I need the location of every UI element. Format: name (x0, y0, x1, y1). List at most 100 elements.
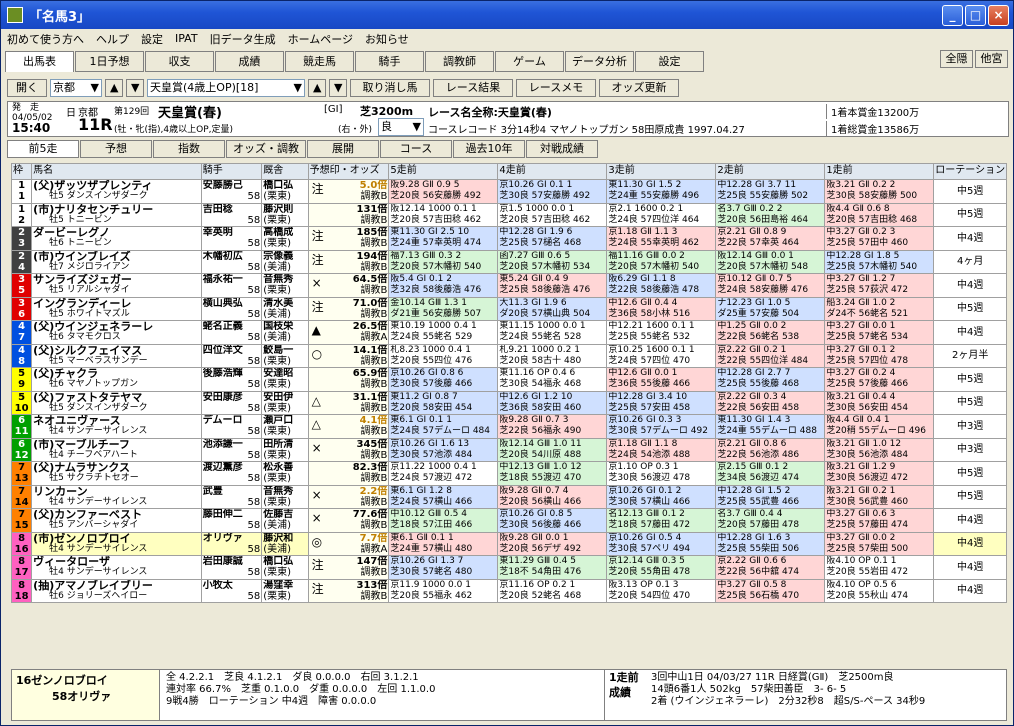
past-race-cell[interactable]: 阪12.14 GⅢ 1.0 11 芝20良 54川原 488 (497, 437, 608, 462)
past-race-cell[interactable]: 中3.27 GⅡ 0.1 2 芝25良 57四位 478 (824, 343, 935, 368)
col-past1[interactable]: 1走前 (824, 163, 935, 180)
past-race-cell[interactable]: 中12.13 GⅢ 1.0 12 芝18良 55渡辺 470 (497, 461, 608, 486)
table-row[interactable]: 3 6 イングランディーレ 牡5 ホワイトマズル 横山典弘 58 清水美 (美浦) 注 71.0倍… (10, 296, 1007, 321)
table-row[interactable]: 4 7 (父)ウインジェネラーレ 牡6 タマモクロス 蛯名正義 58 国枝栄 (美浦) ▲ 26.… (10, 320, 1007, 345)
odds-cell[interactable]: ◎ 7.7倍 調教A (307, 531, 390, 556)
trainer-cell[interactable]: 高橋成 (栗東) (261, 226, 309, 251)
table-row[interactable]: 8 18 (抽)アマノブレイブリー 牡6 ジョリーズヘイロー 小牧太 58 湯窪幸 (栗東) 注… (10, 578, 1007, 603)
col-past3[interactable]: 3走前 (606, 163, 717, 180)
menu-item[interactable]: IPAT (169, 32, 204, 45)
past-race-cell[interactable]: 阪9.28 GⅡ 0.0 1 芝20良 56デザ 492 (497, 531, 608, 556)
jockey-cell[interactable]: 池添謙一 58 (200, 437, 263, 462)
past-race-cell[interactable]: 京2.21 GⅡ 0.8 6 芝22良 56池添 486 (715, 437, 826, 462)
past-race-cell[interactable]: 東11.29 GⅢ 0.4 5 芝18不 54角田 476 (497, 555, 608, 580)
col-odds[interactable]: 予想印・オッズ (307, 163, 390, 180)
trainer-cell[interactable]: 佐藤吉 (美浦) (261, 508, 309, 533)
trainer-cell[interactable]: 橋口弘 (栗東) (261, 179, 309, 204)
jockey-cell[interactable]: 岩田康誠 58 (200, 555, 263, 580)
menu-item[interactable]: ヘルプ (90, 31, 135, 47)
open-button[interactable]: 開く (7, 79, 47, 97)
horse-cell[interactable]: (父)ザッツザプレンティ 牡5 ダンスインザダーク (31, 179, 202, 204)
col-past5[interactable]: 5走前 (388, 163, 499, 180)
table-row[interactable]: 5 9 (父)チャクラ 牡6 マヤノトップガン 後藤浩輝 58 安達昭 (栗東) 65.9倍 調教… (10, 367, 1007, 392)
past-race-cell[interactable]: 東11.30 GⅠ 2.5 10 芝24重 57幸英明 474 (388, 226, 499, 251)
odds-cell[interactable]: 131倍 調教B (307, 202, 390, 227)
tab-index[interactable]: 指数 (153, 140, 225, 158)
table-row[interactable]: 6 11 ネオユニヴァース 牡4 サンデーサイレンス デムーロ 58 瀬戸口 (栗東) △ 4.1… (10, 414, 1007, 439)
down-arrow-icon[interactable]: ▼ (126, 79, 144, 97)
tab-shutsuba[interactable]: 出馬表 (5, 51, 74, 72)
odds-cell[interactable]: 82.3倍 調教B (307, 461, 390, 486)
past-race-cell[interactable]: 中3.27 GⅡ 0.6 3 芝25良 57藤田 474 (824, 508, 935, 533)
menu-item[interactable]: 設定 (135, 31, 169, 47)
past-race-cell[interactable]: 京11.9 1000 0.0 1 芝20良 55福永 462 (388, 578, 499, 603)
past-race-cell[interactable]: 阪3.13 OP 0.1 3 芝20良 54四位 470 (606, 578, 717, 603)
past-race-cell[interactable]: 阪12.14 1000 0.1 1 芝20良 57吉田稔 462 (388, 202, 499, 227)
trainer-cell[interactable]: 音無秀 (栗東) (261, 484, 309, 509)
horse-cell[interactable]: (父)ウインジェネラーレ 牡6 タマモクロス (31, 320, 202, 345)
horse-cell[interactable]: (父)チャクラ 牡6 マヤノトップガン (31, 367, 202, 392)
title-bar[interactable]: 「名馬3」 _ □ × (1, 1, 1013, 29)
past-race-cell[interactable]: 京12.14 GⅢ 0.3 5 芝20良 55角田 478 (606, 555, 717, 580)
past-race-cell[interactable]: 金10.14 GⅢ 1.3 1 ダ21重 56安藤勝 507 (388, 296, 499, 321)
trainer-cell[interactable]: 国枝栄 (美浦) (261, 320, 309, 345)
odds-cell[interactable]: 注 313倍 調教B (307, 578, 390, 603)
horse-cell[interactable]: ネオユニヴァース 牡4 サンデーサイレンス (31, 414, 202, 439)
past-race-cell[interactable]: 京11.16 OP 0.2 1 芝20良 52蛯名 468 (497, 578, 608, 603)
jockey-cell[interactable]: 藤田伸二 58 (200, 508, 263, 533)
past-race-cell[interactable]: 京2.21 GⅡ 0.8 9 芝22良 57幸英 464 (715, 226, 826, 251)
past-race-cell[interactable]: 中12.6 GⅡ 0.0 1 芝36良 55後藤 466 (606, 367, 717, 392)
past-race-cell[interactable]: 東5.24 GⅡ 0.4 9 芝25良 58後藤浩 476 (497, 273, 608, 298)
close-button[interactable]: × (988, 5, 1009, 26)
past-race-cell[interactable]: 阪9.28 GⅡ 0.7 4 芝20良 56横山 466 (497, 484, 608, 509)
past-race-cell[interactable]: 中12.28 GⅠ 3.4 10 芝25良 57安田 458 (606, 390, 717, 415)
past-race-cell[interactable]: 中12.6 GⅡ 0.4 4 芝36良 58小林 516 (606, 296, 717, 321)
past-race-cell[interactable]: 京1.10 OP 0.3 1 芝30良 56渡辺 478 (606, 461, 717, 486)
past-race-cell[interactable]: 中3.27 GⅡ 0.2 3 芝25良 57田中 460 (824, 226, 935, 251)
past-race-cell[interactable]: 東6.1 GⅠ 1.2 8 芝24良 57横山 466 (388, 484, 499, 509)
past-race-cell[interactable]: 船3.24 GⅡ 1.0 2 ダ24不 56蛯名 521 (824, 296, 935, 321)
col-jockey[interactable]: 騎手 (200, 163, 263, 180)
table-row[interactable]: 2 3 ダービーレグノ 牡6 トニービン 幸英明 58 高橋成 (栗東) 注 185倍 調教B 東11… (10, 226, 1007, 251)
jockey-cell[interactable]: 福永祐一 58 (200, 273, 263, 298)
trainer-cell[interactable]: 安田伊 (栗東) (261, 390, 309, 415)
other-button[interactable]: 他宮 (975, 50, 1008, 68)
jockey-cell[interactable]: 安藤勝己 58 (200, 179, 263, 204)
past-race-cell[interactable]: 中3.27 GⅡ 0.2 4 芝25良 57後藤 466 (824, 367, 935, 392)
tab-pace[interactable]: 展開 (307, 140, 379, 158)
past-race-cell[interactable]: 東6.1 GⅠ 0.1 1 芝24良 57デムーロ 484 (388, 414, 499, 439)
past-race-cell[interactable]: 京2.1 1600 0.2 1 芝24良 57四位洋 464 (606, 202, 717, 227)
horse-cell[interactable]: ダービーレグノ 牡6 トニービン (31, 226, 202, 251)
horse-cell[interactable]: (父)カンファーベスト 牡5 アンバーシャダイ (31, 508, 202, 533)
horse-cell[interactable]: イングランディーレ 牡5 ホワイトマズル (31, 296, 202, 321)
past-race-cell[interactable]: 中3.27 GⅡ 1.2 7 芝25良 57荻沢 472 (824, 273, 935, 298)
horse-cell[interactable]: サンライズジェガー 牡5 リアルシャダイ (31, 273, 202, 298)
jockey-cell[interactable]: 木幡初広 58 (200, 249, 263, 274)
past-race-cell[interactable]: 札9.21 1000 0.2 1 芝20良 58古十 480 (497, 343, 608, 368)
jockey-cell[interactable]: 横山典弘 58 (200, 296, 263, 321)
past-race-cell[interactable]: 京10.26 GⅠ 0.1 1 芝30良 57安藤勝 492 (497, 179, 608, 204)
past-race-cell[interactable]: 京11.22 1000 0.4 1 芝24良 57渡辺 472 (388, 461, 499, 486)
odds-cell[interactable]: 注 185倍 調教B (307, 226, 390, 251)
table-row[interactable]: 2 4 (市)ウインブレイズ 牡7 メジロライアン 木幡初広 58 宗像義 (美浦) 注 194倍… (10, 249, 1007, 274)
col-past4[interactable]: 4走前 (497, 163, 608, 180)
past-race-cell[interactable]: 京2.15 GⅢ 0.1 2 芝34良 56渡辺 474 (715, 461, 826, 486)
tab-settings[interactable]: 設定 (635, 51, 704, 72)
trainer-cell[interactable]: 藤沢和 (美浦) (261, 531, 309, 556)
past-race-cell[interactable]: 中12.6 GⅠ 1.2 10 芝36良 58安田 460 (497, 390, 608, 415)
table-row[interactable]: 8 17 ヴィータローザ 牡4 サンデーサイレンス 岩田康誠 58 橋口弘 (栗東) 注 147倍… (10, 555, 1007, 580)
horse-cell[interactable]: ヴィータローザ 牡4 サンデーサイレンス (31, 555, 202, 580)
horse-cell[interactable]: (市)マーブルチーフ 牡4 チーフベアハート (31, 437, 202, 462)
past-race-cell[interactable]: 京10.26 GⅠ 0.8 5 芝30良 56後藤 466 (497, 508, 608, 533)
past-race-cell[interactable]: 中12.21 1600 0.1 1 芝25良 55蛯名 532 (606, 320, 717, 345)
jockey-cell[interactable]: 渡辺薫彦 58 (200, 461, 263, 486)
trainer-cell[interactable]: 湯窪幸 (栗東) (261, 578, 309, 603)
menu-item[interactable]: 旧データ生成 (204, 31, 282, 47)
tab-jockey[interactable]: 騎手 (355, 51, 424, 72)
horse-cell[interactable]: (市)ウインブレイズ 牡7 メジロライアン (31, 249, 202, 274)
past-race-cell[interactable]: 東10.19 1000 0.4 1 芝24良 55蛯名 529 (388, 320, 499, 345)
trainer-cell[interactable]: 橋口弘 (栗東) (261, 555, 309, 580)
scratched-button[interactable]: 取り消し馬 (350, 79, 430, 97)
race-memo-button[interactable]: レースメモ (516, 79, 596, 97)
past-race-cell[interactable]: 阪5.4 GⅠ 0.1 2 芝32良 58後藤浩 476 (388, 273, 499, 298)
